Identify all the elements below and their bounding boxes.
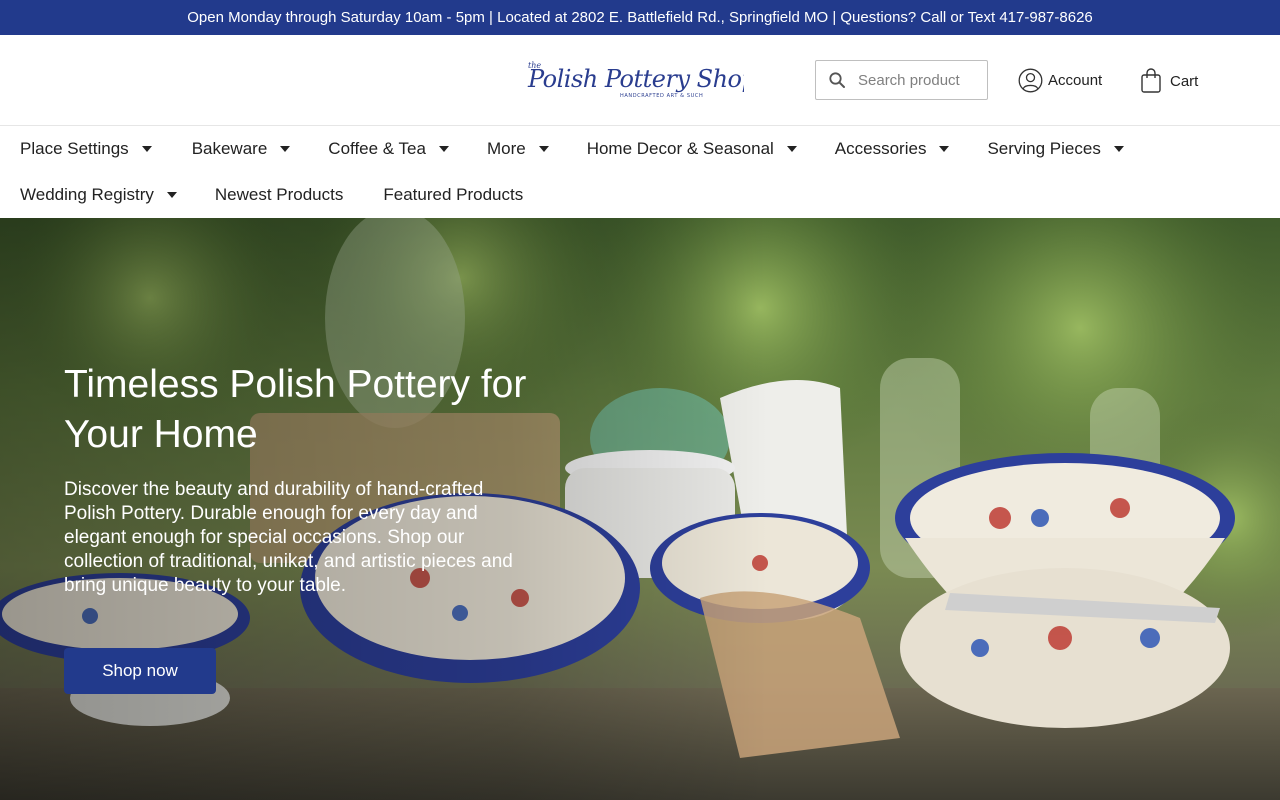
hero-banner: Timeless Polish Pottery for Your Home Di…	[0, 218, 1280, 800]
nav-item-accessories[interactable]: Accessories	[835, 139, 950, 159]
nav-item-place-settings[interactable]: Place Settings	[20, 139, 152, 159]
caret-down-icon	[786, 146, 797, 152]
site-header: Polish Pottery Shoppe the HANDCRAFTED AR…	[0, 35, 1280, 126]
nav-item-newest-products[interactable]: Newest Products	[215, 185, 344, 205]
announcement-text: Open Monday through Saturday 10am - 5pm …	[187, 9, 1093, 26]
nav-item-label: Newest Products	[214, 185, 344, 204]
nav-item-home-decor-seasonal[interactable]: Home Decor & Seasonal	[587, 139, 797, 159]
site-logo[interactable]: Polish Pottery Shoppe the HANDCRAFTED AR…	[524, 59, 744, 103]
nav-item-label: Accessories	[834, 139, 927, 158]
caret-down-icon	[438, 146, 449, 152]
caret-down-icon	[939, 146, 950, 152]
shopping-bag-icon	[1140, 68, 1162, 94]
caret-down-icon	[280, 146, 291, 152]
search-box[interactable]	[815, 60, 988, 100]
account-link[interactable]: Account	[1018, 68, 1102, 93]
nav-row-2: Wedding Registry Newest Products Feature…	[20, 172, 523, 218]
nav-item-coffee-tea[interactable]: Coffee & Tea	[328, 139, 449, 159]
nav-item-wedding-registry[interactable]: Wedding Registry	[20, 185, 177, 205]
announcement-bar: Open Monday through Saturday 10am - 5pm …	[0, 0, 1280, 35]
cart-label: Cart	[1170, 72, 1199, 90]
nav-item-label: Bakeware	[191, 139, 268, 158]
nav-item-label: More	[486, 139, 526, 158]
nav-item-label: Home Decor & Seasonal	[586, 139, 774, 158]
caret-down-icon	[538, 146, 549, 152]
nav-item-more[interactable]: More	[487, 139, 549, 159]
hero-description: Discover the beauty and durability of ha…	[64, 479, 513, 596]
nav-row-1: Place Settings Bakeware Coffee & Tea Mor…	[20, 126, 1124, 172]
nav-item-featured-products[interactable]: Featured Products	[383, 185, 523, 205]
cart-link[interactable]: Cart	[1140, 68, 1198, 94]
nav-item-label: Wedding Registry	[20, 185, 154, 204]
caret-down-icon	[141, 146, 152, 152]
main-nav: Place Settings Bakeware Coffee & Tea Mor…	[0, 126, 1280, 218]
search-input[interactable]	[858, 71, 978, 89]
hero-title: Timeless Polish Pottery for Your Home	[64, 363, 527, 456]
svg-text:HANDCRAFTED ART & SUCH: HANDCRAFTED ART & SUCH	[620, 93, 703, 99]
nav-item-label: Featured Products	[383, 185, 524, 204]
nav-item-label: Coffee & Tea	[328, 139, 426, 158]
caret-down-icon	[1113, 146, 1124, 152]
user-circle-icon	[1018, 68, 1043, 93]
nav-item-serving-pieces[interactable]: Serving Pieces	[987, 139, 1124, 159]
shop-now-button[interactable]: Shop now	[64, 648, 216, 694]
caret-down-icon	[166, 192, 177, 198]
account-label: Account	[1048, 72, 1103, 89]
nav-item-bakeware[interactable]: Bakeware	[192, 139, 291, 159]
search-icon	[828, 71, 846, 89]
svg-text:the: the	[528, 61, 541, 70]
nav-item-label: Serving Pieces	[987, 139, 1101, 158]
svg-text:Polish Pottery Shoppe: Polish Pottery Shoppe	[527, 65, 744, 93]
nav-item-label: Place Settings	[20, 139, 129, 158]
